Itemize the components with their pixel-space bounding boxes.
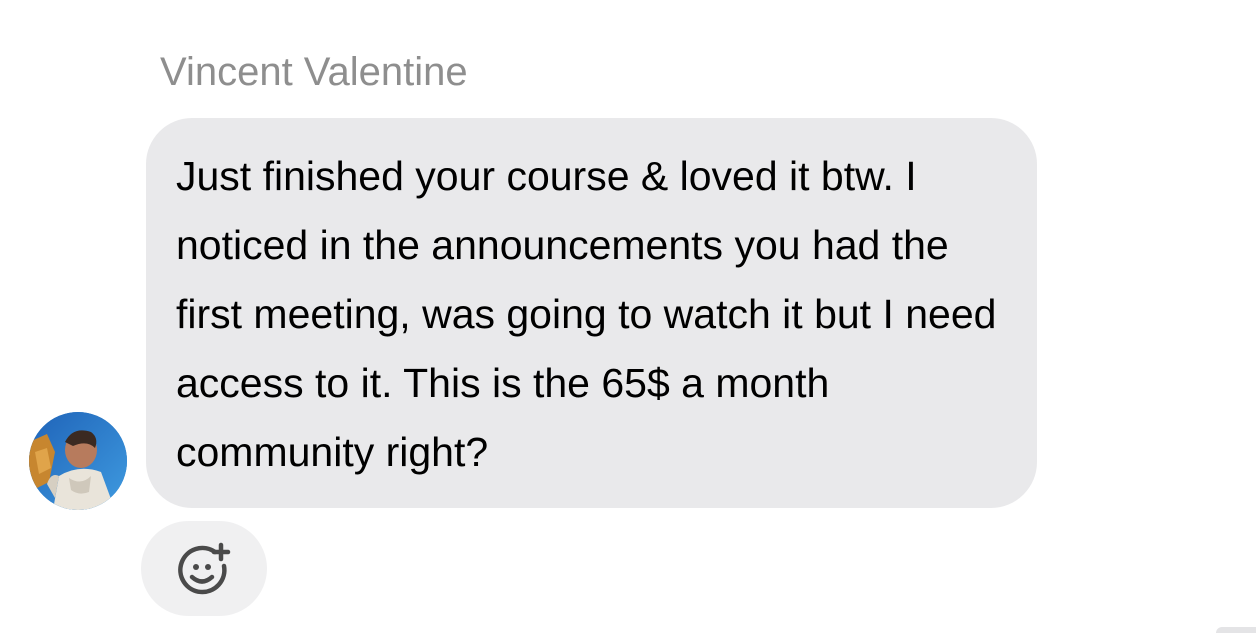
sender-avatar[interactable] bbox=[29, 412, 127, 510]
add-reaction-smiley-icon bbox=[178, 542, 231, 595]
sender-name: Vincent Valentine bbox=[160, 50, 468, 94]
avatar-photo bbox=[29, 412, 127, 510]
message-text: Just finished your course & loved it btw… bbox=[176, 153, 997, 475]
add-reaction-button[interactable] bbox=[141, 521, 267, 616]
scroll-edge-indicator bbox=[1216, 627, 1256, 633]
message-bubble[interactable]: Just finished your course & loved it btw… bbox=[146, 118, 1037, 508]
